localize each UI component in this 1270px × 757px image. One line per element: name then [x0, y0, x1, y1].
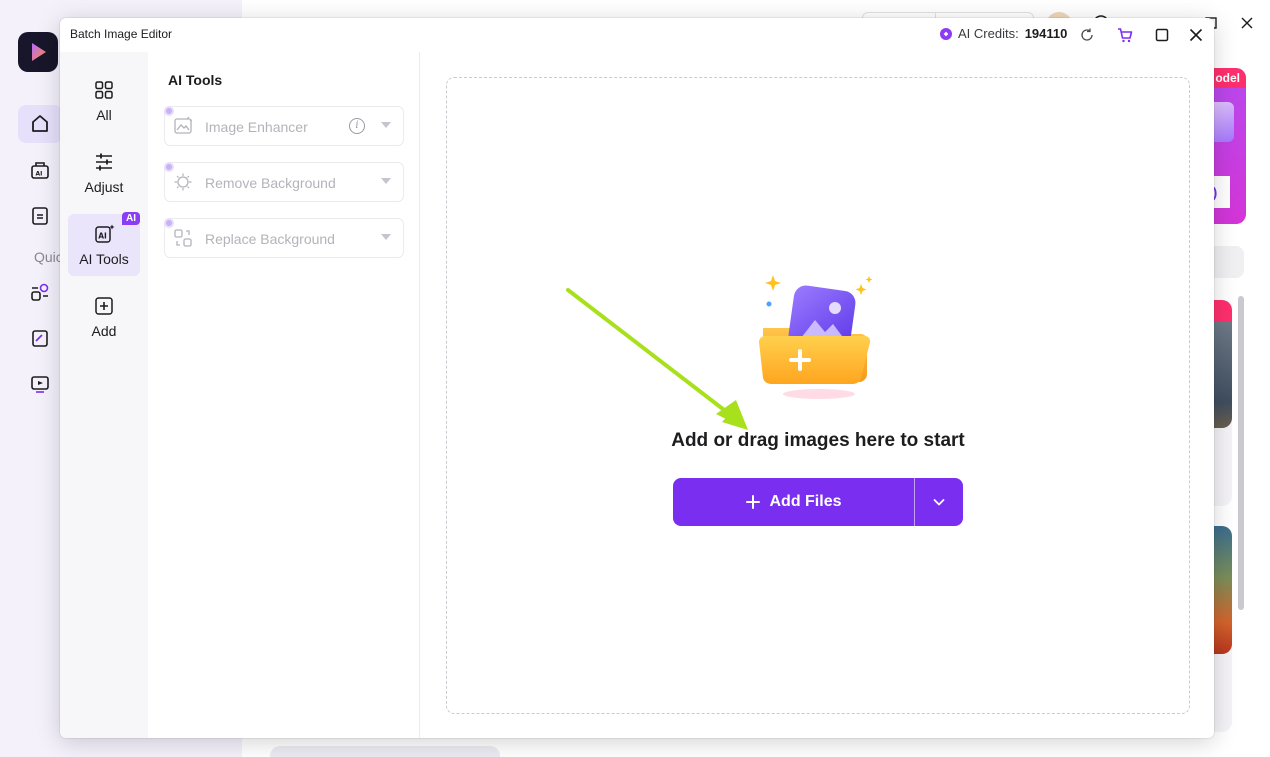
tool-status-dot — [164, 218, 174, 228]
home-icon — [32, 115, 48, 132]
tools-heading: AI Tools — [168, 72, 223, 88]
plus-icon — [746, 495, 761, 509]
replace-bg-icon — [174, 229, 192, 247]
tools-panel: AI Tools Image Enhancer i Remove Backgro… — [148, 52, 420, 738]
rail-item-add[interactable]: Add — [68, 286, 140, 348]
add-files-split-button: Add Files — [673, 478, 963, 526]
cart-icon — [1118, 28, 1133, 43]
ai-credits: AI Credits: 194110 — [940, 26, 1067, 41]
refresh-credits-button[interactable] — [1076, 24, 1098, 46]
bg-scrollbar[interactable] — [1238, 296, 1244, 610]
app-logo — [18, 32, 58, 72]
chevron-down-icon[interactable] — [381, 234, 391, 240]
svg-text:AI: AI — [98, 232, 107, 241]
add-files-button[interactable]: Add Files — [673, 478, 914, 526]
bg-nav-home[interactable] — [18, 105, 62, 143]
bg-nav-quick-1[interactable] — [18, 273, 62, 311]
tool-status-dot — [164, 106, 174, 116]
chevron-down-icon — [933, 499, 945, 506]
maximize-icon — [1155, 28, 1169, 42]
bg-bottom-pill — [270, 746, 500, 757]
sliders-icon — [96, 153, 112, 171]
edit-doc-icon — [32, 330, 48, 347]
bg-nav-quick-2[interactable] — [18, 319, 62, 357]
rail-label: Add — [91, 323, 117, 339]
ai-badge: AI — [122, 212, 140, 225]
drop-prompt: Add or drag images here to start — [671, 430, 965, 451]
rail-item-ai-tools[interactable]: AI AI AI Tools — [68, 212, 140, 276]
bg-nav-document[interactable] — [18, 197, 62, 235]
chevron-down-icon[interactable] — [381, 122, 391, 128]
bg-close-icon[interactable] — [1236, 12, 1258, 34]
rail-label: Adjust — [84, 179, 124, 195]
tool-label: Remove Background — [205, 175, 336, 191]
tool-image-enhancer[interactable]: Image Enhancer i — [164, 106, 404, 146]
bg-quick-label: Quic — [34, 249, 63, 265]
add-files-label: Add Files — [769, 493, 842, 510]
rail-item-all[interactable]: All — [68, 70, 140, 132]
cart-button[interactable] — [1114, 24, 1136, 46]
batch-image-editor-dialog: Batch Image Editor AI Credits: 194110 Al… — [60, 18, 1214, 738]
credits-icon — [940, 27, 952, 40]
refresh-icon — [1081, 28, 1093, 41]
ai-sparkle-icon: AI — [95, 224, 115, 243]
chevron-down-icon[interactable] — [381, 178, 391, 184]
folder-image-illustration-icon — [759, 275, 873, 399]
screen-record-icon — [31, 376, 49, 393]
dialog-titlebar: Batch Image Editor AI Credits: 194110 — [60, 18, 1214, 52]
tool-replace-background[interactable]: Replace Background — [164, 218, 404, 258]
credits-value: 194110 — [1024, 26, 1068, 41]
bg-nav-ai[interactable]: AI — [18, 151, 62, 189]
rail-item-adjust[interactable]: Adjust — [68, 142, 140, 204]
add-files-dropdown-button[interactable] — [915, 478, 963, 526]
credits-label: AI Credits: — [958, 26, 1019, 41]
tool-status-dot — [164, 162, 174, 172]
category-rail: All Adjust AI AI AI Tools Add — [60, 52, 148, 738]
tool-label: Replace Background — [205, 231, 335, 247]
document-icon — [32, 207, 48, 225]
rail-label: All — [96, 107, 112, 123]
dialog-title: Batch Image Editor — [70, 27, 173, 41]
ai-toolbox-icon: AI — [31, 162, 49, 179]
close-icon — [1189, 28, 1203, 42]
promo-tag: odel — [1209, 68, 1246, 88]
info-icon[interactable]: i — [349, 118, 365, 134]
tool-remove-background[interactable]: Remove Background — [164, 162, 404, 202]
shapes-icon — [31, 283, 49, 301]
tool-label: Image Enhancer — [205, 119, 308, 135]
rail-label: AI Tools — [79, 251, 129, 267]
svg-text:AI: AI — [36, 171, 43, 178]
remove-bg-icon — [174, 173, 192, 191]
image-drop-zone[interactable]: Add or drag images here to start Add Fil… — [446, 77, 1190, 714]
grid-icon — [95, 81, 113, 99]
bg-nav-quick-3[interactable] — [18, 365, 62, 403]
play-logo-icon — [32, 43, 46, 61]
close-button[interactable] — [1185, 24, 1207, 46]
image-enhance-icon — [174, 116, 193, 134]
maximize-button[interactable] — [1151, 24, 1173, 46]
plus-square-icon — [95, 297, 113, 315]
